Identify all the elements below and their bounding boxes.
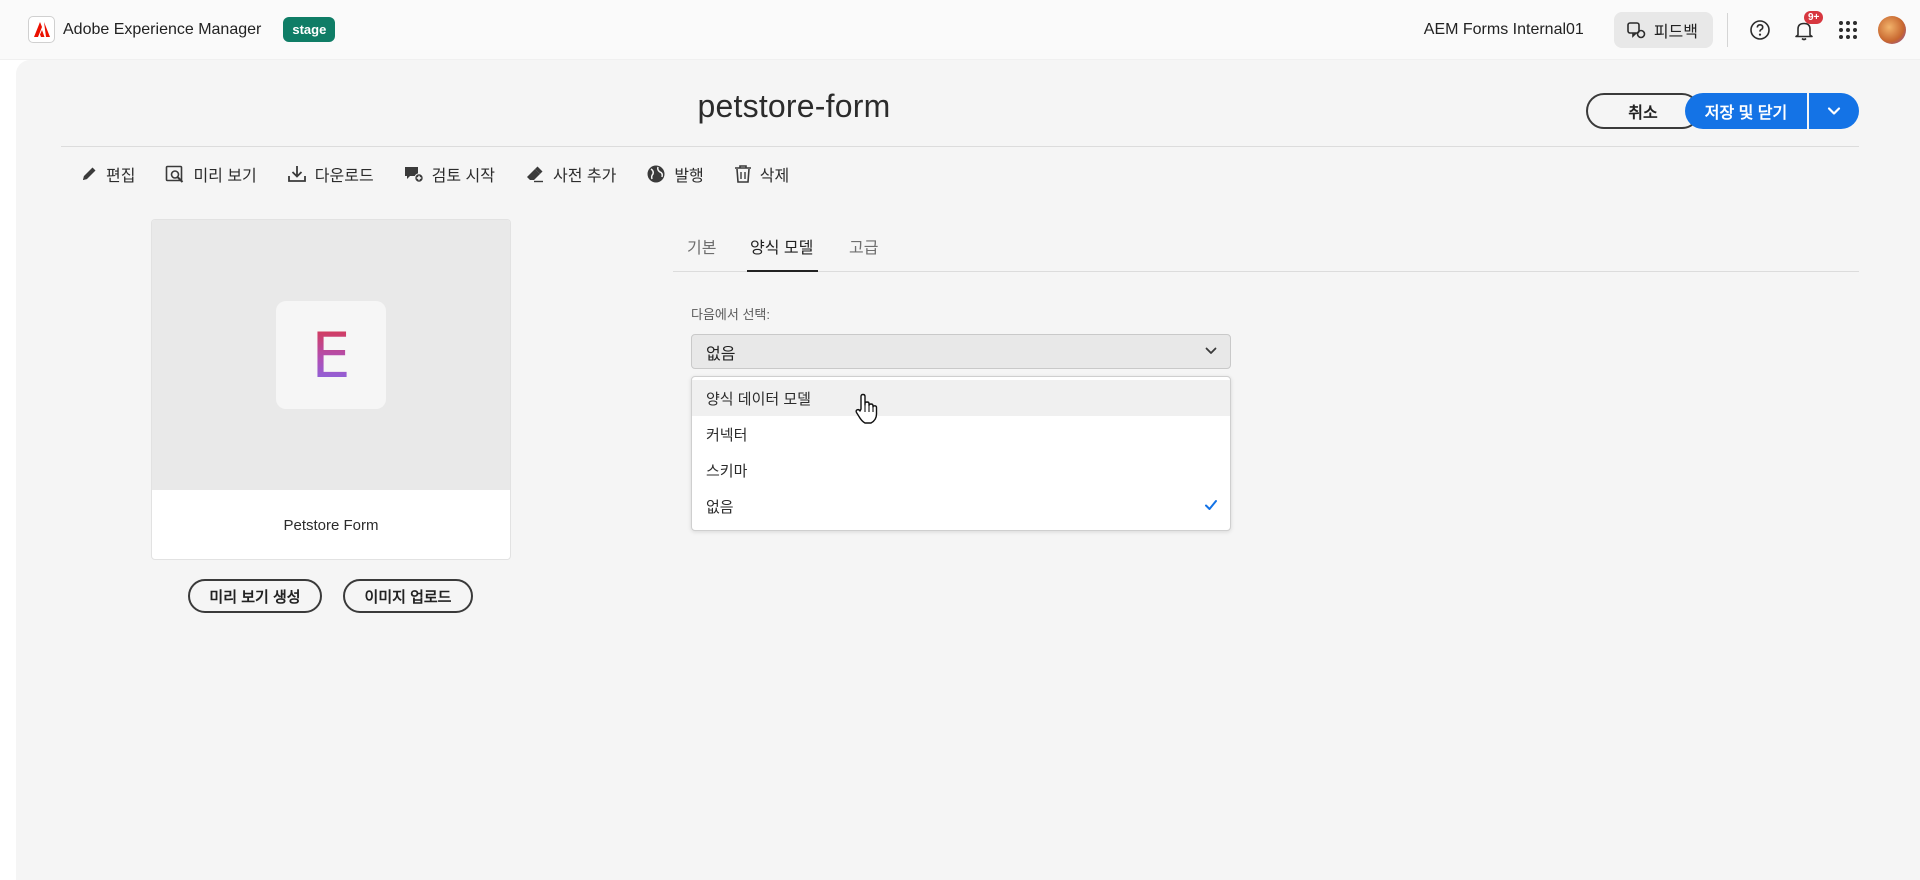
properties-tabs: 기본 양식 모델 고급 xyxy=(673,226,1859,272)
app-switcher-grid-icon[interactable] xyxy=(1834,16,1862,44)
active-tab-indicator xyxy=(747,270,818,272)
option-label: 커넥터 xyxy=(706,426,748,444)
environment-badge: stage xyxy=(283,17,336,42)
option-label: 없음 xyxy=(706,498,734,516)
preview-action[interactable]: 미리 보기 xyxy=(165,162,257,186)
header-divider xyxy=(61,146,1859,147)
form-model-select[interactable]: 없음 xyxy=(691,334,1231,369)
shell-divider xyxy=(1727,12,1728,47)
tab-basic[interactable]: 기본 xyxy=(687,234,716,258)
upload-image-button[interactable]: 이미지 업로드 xyxy=(343,579,473,613)
top-shell-bar: Adobe Experience Manager stage AEM Forms… xyxy=(0,0,1920,60)
form-letter-icon: E xyxy=(311,318,351,392)
tab-form-model[interactable]: 양식 모델 xyxy=(750,234,813,258)
publish-action[interactable]: 발행 xyxy=(646,162,704,186)
save-options-dropdown-button[interactable] xyxy=(1809,93,1859,129)
notification-count-badge: 9+ xyxy=(1804,10,1824,24)
trash-icon xyxy=(734,165,751,183)
option-label: 양식 데이터 모델 xyxy=(706,390,811,408)
download-action[interactable]: 다운로드 xyxy=(287,162,374,186)
pencil-icon xyxy=(83,167,96,180)
add-dictionary-action-label: 사전 추가 xyxy=(553,168,617,185)
option-form-data-model[interactable]: 양식 데이터 모델 xyxy=(692,380,1230,416)
option-connector[interactable]: 커넥터 xyxy=(692,416,1230,452)
action-bar: 편집 미리 보기 다운로드 검토 시작 사전 추가 발행 삭제 xyxy=(80,162,819,186)
hand-cursor-icon xyxy=(855,393,878,424)
publish-action-label: 발행 xyxy=(674,168,704,185)
app-name: Adobe Experience Manager xyxy=(63,20,262,38)
review-icon xyxy=(404,167,424,183)
feedback-icon xyxy=(1627,21,1646,38)
form-model-dropdown-menu: 양식 데이터 모델 커넥터 스키마 없음 xyxy=(691,376,1231,531)
start-review-action[interactable]: 검토 시작 xyxy=(404,162,495,186)
org-switcher[interactable]: AEM Forms Internal01 xyxy=(1424,21,1584,39)
checkmark-icon xyxy=(1205,500,1217,510)
generate-preview-button[interactable]: 미리 보기 생성 xyxy=(188,579,322,613)
eraser-icon xyxy=(527,166,543,183)
select-value: 없음 xyxy=(706,345,736,363)
feedback-button[interactable]: 피드백 xyxy=(1613,11,1713,48)
notifications-bell-icon[interactable]: 9+ xyxy=(1790,10,1824,44)
option-none[interactable]: 없음 xyxy=(692,488,1230,524)
option-schema[interactable]: 스키마 xyxy=(692,452,1230,488)
page-title: petstore-form xyxy=(697,88,891,124)
edit-action[interactable]: 편집 xyxy=(80,162,135,186)
tab-advanced[interactable]: 고급 xyxy=(849,234,878,258)
chevron-down-icon xyxy=(1827,107,1841,115)
add-dictionary-action[interactable]: 사전 추가 xyxy=(525,162,616,186)
preview-icon xyxy=(166,165,184,183)
globe-icon xyxy=(647,165,665,183)
brand[interactable]: Adobe Experience Manager xyxy=(28,16,261,43)
download-action-label: 다운로드 xyxy=(314,168,374,185)
delete-action-label: 삭제 xyxy=(759,168,790,185)
delete-action[interactable]: 삭제 xyxy=(734,162,789,186)
start-review-action-label: 검토 시작 xyxy=(431,168,495,185)
feedback-label: 피드백 xyxy=(1653,23,1698,41)
thumbnail-area: E xyxy=(152,220,510,490)
download-icon xyxy=(287,166,306,182)
preview-action-label: 미리 보기 xyxy=(193,168,257,185)
select-from-label: 다음에서 선택: xyxy=(691,307,770,322)
save-and-close-button[interactable]: 저장 및 닫기 xyxy=(1685,93,1807,129)
card-caption: Petstore Form xyxy=(283,517,379,534)
form-type-tile: E xyxy=(276,301,386,409)
option-label: 스키마 xyxy=(706,462,748,480)
user-avatar[interactable] xyxy=(1878,15,1906,44)
adobe-logo-icon xyxy=(28,16,55,43)
form-thumbnail-card: E Petstore Form xyxy=(151,219,511,560)
help-icon[interactable] xyxy=(1746,16,1774,44)
cancel-button[interactable]: 취소 xyxy=(1586,93,1700,129)
edit-action-label: 편집 xyxy=(106,168,136,185)
chevron-down-icon xyxy=(1205,347,1217,354)
